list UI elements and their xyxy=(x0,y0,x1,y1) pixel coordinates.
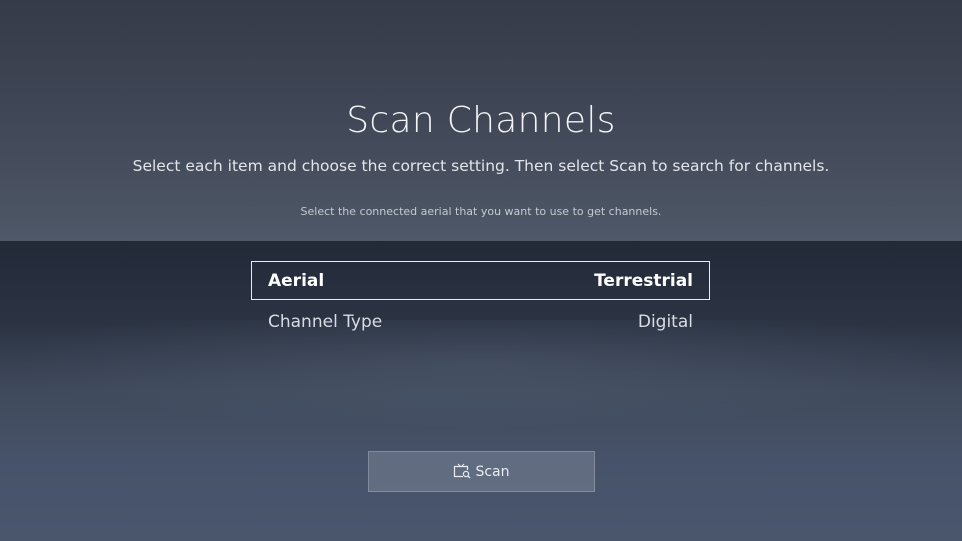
setting-value-channel-type: Digital xyxy=(637,311,693,332)
page-title: Scan Channels xyxy=(346,100,616,141)
setting-row-channel-type[interactable]: Channel Type Digital xyxy=(251,302,710,341)
setting-label-aerial: Aerial xyxy=(268,270,325,291)
tv-search-icon xyxy=(453,463,471,479)
scan-button[interactable]: Scan xyxy=(368,451,595,492)
setting-row-aerial[interactable]: Aerial Terrestrial xyxy=(251,261,710,300)
focus-hint: Select the connected aerial that you wan… xyxy=(300,205,662,218)
scan-button-label: Scan xyxy=(475,463,510,480)
page-subtitle: Select each item and choose the correct … xyxy=(132,157,830,175)
setting-label-channel-type: Channel Type xyxy=(268,311,383,332)
setting-value-aerial: Terrestrial xyxy=(594,270,693,291)
